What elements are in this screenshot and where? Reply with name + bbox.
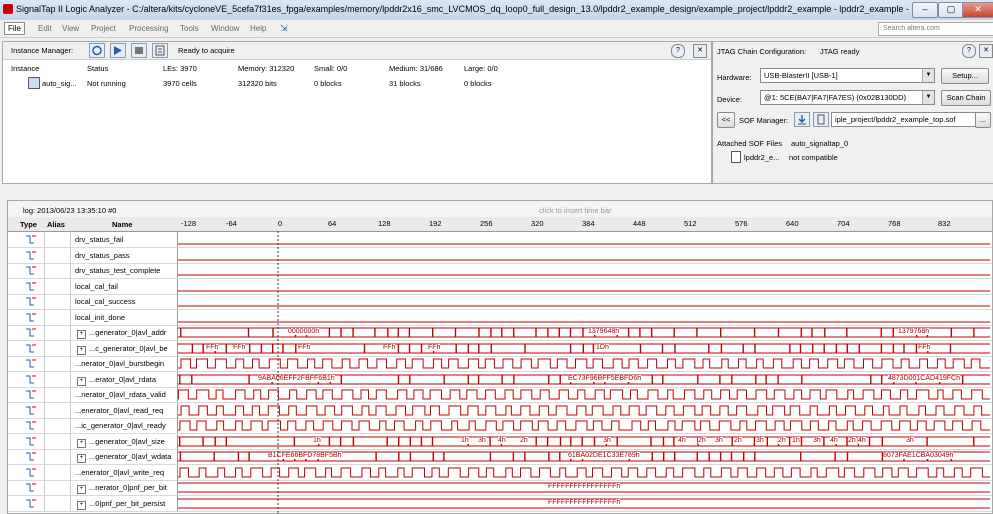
instance-status-text: Ready to acquire: [178, 46, 235, 55]
time-ruler[interactable]: -128 -64 0 64 128 192 256 320 384 448 512 576 640 704…: [178, 217, 990, 231]
hardware-value: USB-BlasterII [USB-1]: [764, 71, 838, 80]
jtag-close-icon[interactable]: ✕: [979, 44, 993, 58]
hardware-select[interactable]: USB-BlasterII [USB-1] ▼: [760, 68, 935, 83]
device-label: Device:: [717, 95, 743, 104]
col-instance: Instance: [11, 64, 40, 73]
menu-tools[interactable]: Tools: [180, 24, 199, 33]
tick-label: 768: [888, 219, 901, 228]
row-status: Not running: [87, 79, 126, 88]
prev-button[interactable]: <<: [717, 112, 735, 128]
col-alias[interactable]: Alias: [47, 220, 65, 229]
insert-time-bar-hint[interactable]: click to insert time bar: [539, 206, 612, 215]
instance-icon: [28, 77, 40, 89]
column-header: Type Alias Name -128 -64 0 64 128 192 256 320 38…: [8, 217, 992, 232]
log-bar: log: 2013/06/23 13:35:10 #0 click to ins…: [8, 201, 992, 218]
col-status: Status: [87, 64, 109, 73]
col-memory: Memory: 312320: [238, 64, 295, 73]
stop-icon[interactable]: [131, 43, 147, 58]
tick-label: -128: [181, 219, 197, 228]
col-name[interactable]: Name: [112, 220, 132, 229]
tick-label: 256: [480, 219, 493, 228]
tick-label: 512: [684, 219, 697, 228]
col-large: Large: 0/0: [464, 64, 498, 73]
tick-label: 320: [531, 219, 544, 228]
help-icon[interactable]: ?: [671, 44, 685, 58]
run-icon[interactable]: [110, 43, 126, 58]
close-panel-icon[interactable]: ✕: [693, 44, 707, 58]
tick-label: 832: [938, 219, 951, 228]
sof-manager-label: SOF Manager:: [739, 116, 789, 125]
col-small: Small: 0/0: [314, 64, 348, 73]
search-input[interactable]: Search altera.com: [878, 22, 993, 36]
menu-edit[interactable]: Edit: [38, 24, 52, 33]
app-icon: [3, 4, 13, 14]
help-pointer-icon[interactable]: ⇲: [280, 23, 288, 34]
col-type[interactable]: Type: [20, 220, 37, 229]
title-bar: SignalTap II Logic Analyzer - C:/altera/…: [0, 0, 993, 21]
tick-label: -64: [226, 219, 237, 228]
tick-label: 448: [633, 219, 646, 228]
jtag-help-icon[interactable]: ?: [962, 44, 976, 58]
sof-document-icon: [731, 151, 741, 163]
waveform-viewer: log: 2013/06/23 13:35:10 #0 click to ins…: [7, 200, 993, 514]
attached-sof-label: Attached SOF Files: [717, 139, 783, 148]
tick-label: 128: [378, 219, 391, 228]
tick-label: 0: [278, 219, 283, 228]
setup-button[interactable]: Setup...: [941, 68, 989, 84]
col-les: LEs: 3970: [163, 64, 197, 73]
chevron-down-icon: ▼: [922, 91, 934, 104]
maximize-button[interactable]: ▢: [938, 2, 964, 18]
row-instance: auto_sig...: [42, 79, 77, 88]
tick-label: 704: [837, 219, 850, 228]
read-data-icon[interactable]: [152, 43, 168, 58]
tick-label: 384: [582, 219, 595, 228]
menu-view[interactable]: View: [62, 24, 79, 33]
menu-help[interactable]: Help: [250, 24, 266, 33]
row-medium: 31 blocks: [389, 79, 421, 88]
tick-label: 576: [735, 219, 748, 228]
row-les: 3970 cells: [163, 79, 197, 88]
menu-bar: File Edit View Project Processing Tools …: [0, 20, 993, 38]
sof-path-input[interactable]: iple_project/lpddr2_example_top.sof: [831, 112, 976, 127]
hardware-label: Hardware:: [717, 73, 752, 82]
window-title: SignalTap II Logic Analyzer - C:/altera/…: [16, 4, 919, 14]
col-medium: Medium: 31/686: [389, 64, 443, 73]
menu-processing[interactable]: Processing: [129, 24, 169, 33]
log-timestamp: log: 2013/06/23 13:35:10 #0: [23, 206, 117, 215]
trigger-marker: [277, 231, 279, 513]
attached-sof-value: auto_signaltap_0: [791, 139, 849, 148]
scan-chain-button[interactable]: Scan Chain: [941, 90, 991, 106]
row-small: 0 blocks: [314, 79, 342, 88]
instance-row[interactable]: auto_sig... Not running 3970 cells 31232…: [3, 76, 711, 90]
instance-manager-toolbar: Instance Manager: Ready to acquire ? ✕: [3, 42, 711, 60]
sof-file-name[interactable]: lpddr2_e...: [744, 153, 779, 162]
minimize-button[interactable]: –: [912, 2, 938, 18]
tick-label: 640: [786, 219, 799, 228]
tick-label: 64: [328, 219, 337, 228]
instance-manager-panel: Instance Manager: Ready to acquire ? ✕ I…: [2, 41, 712, 184]
row-large: 0 blocks: [464, 79, 492, 88]
device-select[interactable]: @1: 5CE(BA7|FA7|FA7ES) (0x02B130DD) ▼: [760, 90, 935, 105]
row-memory: 312320 bits: [238, 79, 277, 88]
device-value: @1: 5CE(BA7|FA7|FA7ES) (0x02B130DD): [764, 93, 906, 102]
chevron-down-icon: ▼: [922, 69, 934, 82]
sof-file-status: not compatible: [789, 153, 838, 162]
tick-label: 192: [429, 219, 442, 228]
menu-project[interactable]: Project: [91, 24, 116, 33]
instance-manager-label: Instance Manager:: [11, 46, 74, 55]
jtag-label: JTAG Chain Configuration:: [717, 47, 807, 56]
sof-browse-button[interactable]: ...: [975, 112, 991, 128]
jtag-panel: JTAG Chain Configuration: JTAG ready ? ✕…: [712, 41, 993, 184]
menu-window[interactable]: Window: [211, 24, 239, 33]
sof-file-icon[interactable]: [813, 112, 829, 127]
menu-file[interactable]: File: [4, 22, 25, 35]
jtag-status: JTAG ready: [820, 47, 860, 56]
close-button[interactable]: ✕: [962, 2, 993, 18]
autorun-icon[interactable]: [89, 43, 105, 58]
program-device-icon[interactable]: [794, 112, 810, 127]
